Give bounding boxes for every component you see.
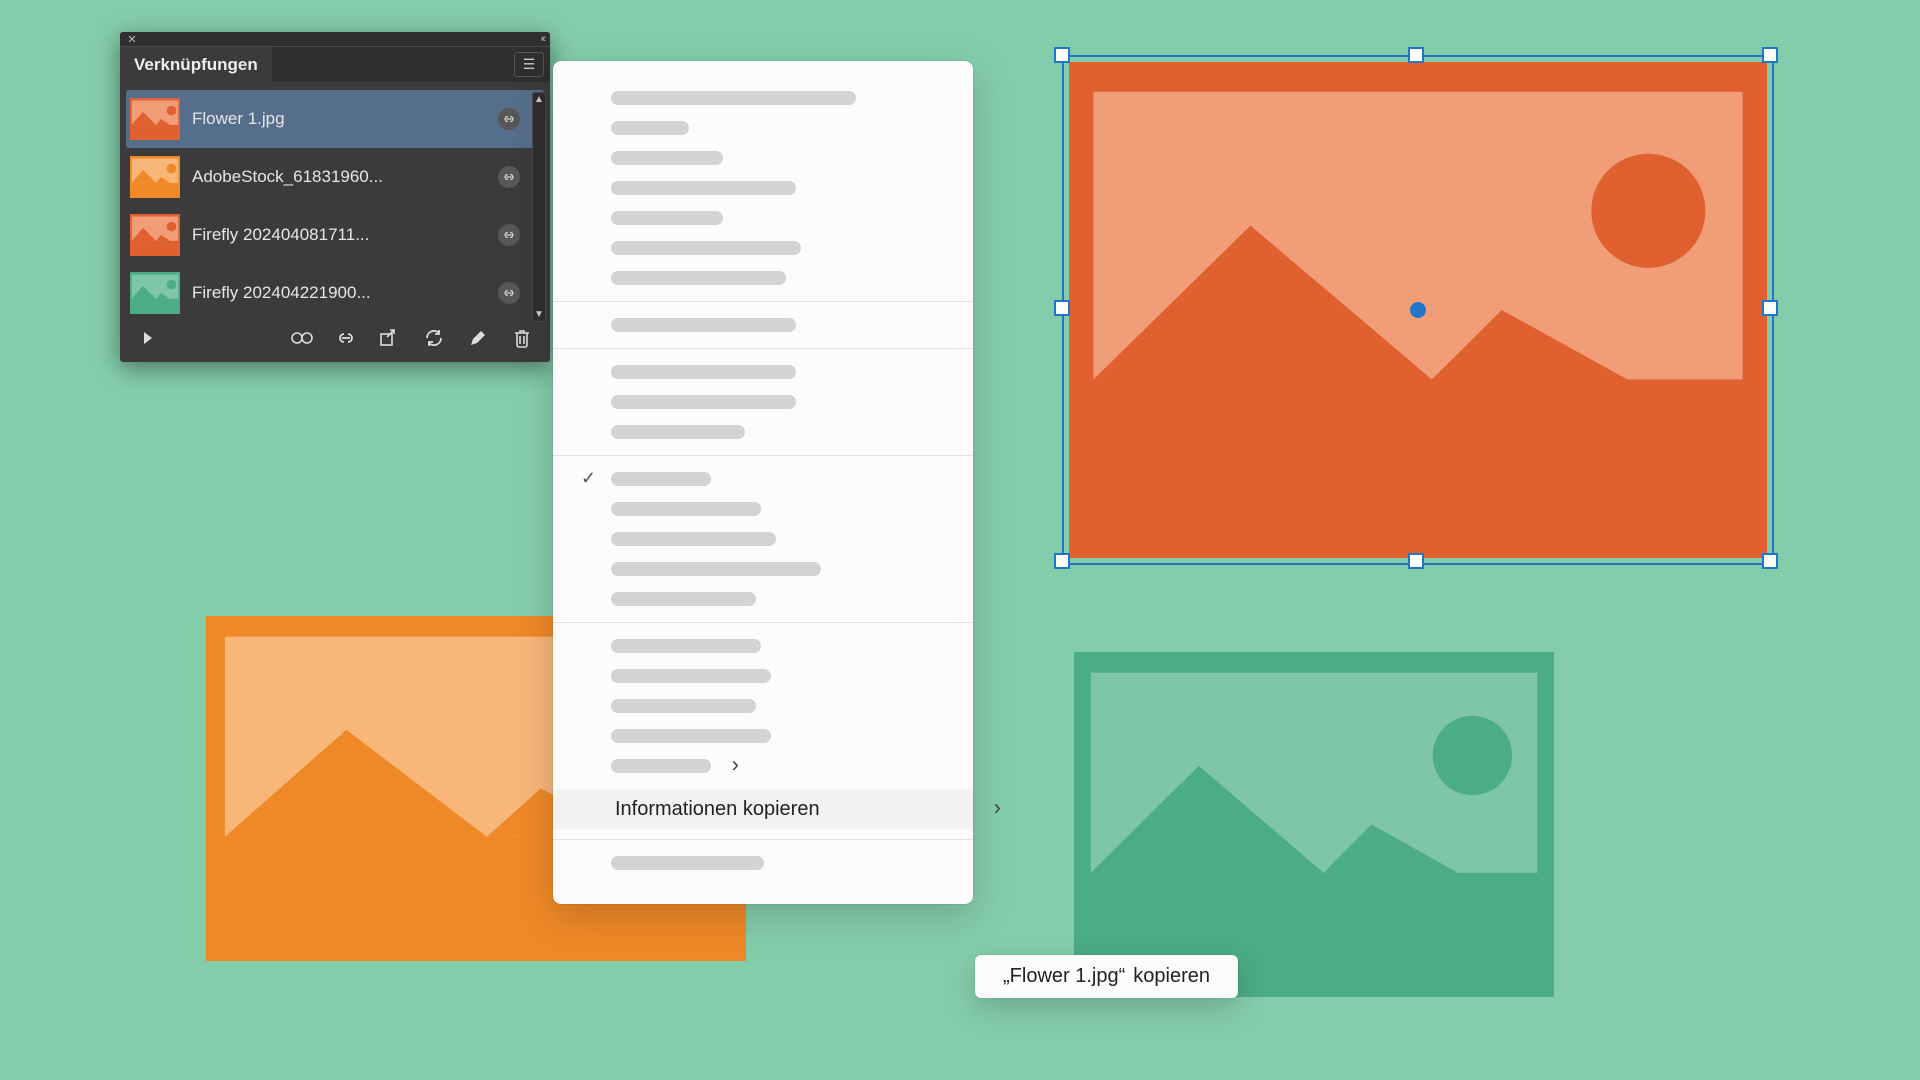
menu-item[interactable] (611, 121, 689, 135)
scrollbar[interactable]: ▲ ▼ (532, 92, 546, 322)
menu-item[interactable] (611, 699, 756, 713)
close-icon[interactable]: ✕ (126, 33, 138, 45)
menu-item[interactable] (611, 532, 776, 546)
menu-item[interactable] (611, 271, 786, 285)
menu-separator (553, 301, 973, 302)
menu-item-submenu[interactable] (611, 759, 711, 773)
menu-item[interactable] (611, 91, 856, 105)
panel-toolbar (126, 322, 544, 356)
relink-icon[interactable] (334, 326, 358, 350)
menu-item-copy-info[interactable]: Informationen kopieren (553, 789, 973, 829)
links-row[interactable]: AdobeStock_61831960... (126, 148, 544, 206)
menu-item-label: Informationen kopieren (615, 798, 820, 821)
selection-center-point[interactable] (1410, 302, 1426, 318)
menu-item[interactable] (611, 425, 745, 439)
links-row[interactable]: Flower 1.jpg (126, 90, 544, 148)
menu-item[interactable] (611, 856, 764, 870)
menu-separator (553, 622, 973, 623)
link-label: Firefly 202404081711... (192, 225, 486, 245)
panel-flyout-menu-icon[interactable]: ☰ (514, 52, 544, 77)
selection-handle[interactable] (1408, 47, 1424, 63)
selection-handle[interactable] (1408, 553, 1424, 569)
submenu-filename: „Flower 1.jpg“ (1003, 965, 1125, 988)
menu-separator (553, 839, 973, 840)
edit-original-icon[interactable] (466, 326, 490, 350)
panel-titlebar: ✕ ‹‹ (120, 32, 550, 46)
cc-libraries-icon[interactable] (290, 326, 314, 350)
panel-tabstrip: Verknüpfungen ☰ (120, 46, 550, 82)
goto-link-icon[interactable] (378, 326, 402, 350)
selection-handle[interactable] (1762, 47, 1778, 63)
link-status-icon (498, 108, 520, 130)
link-label: AdobeStock_61831960... (192, 167, 486, 187)
placed-image[interactable] (1074, 652, 1554, 997)
link-status-icon (498, 166, 520, 188)
menu-item[interactable] (611, 395, 796, 409)
scroll-down-icon[interactable]: ▼ (534, 308, 544, 321)
menu-item[interactable] (611, 562, 821, 576)
selection-handle[interactable] (1054, 300, 1070, 316)
collapse-icon[interactable]: ‹‹ (541, 33, 544, 45)
link-status-icon (498, 282, 520, 304)
link-thumbnail (130, 214, 180, 256)
submenu-copy-info[interactable]: „Flower 1.jpg“ kopieren (975, 955, 1238, 998)
menu-separator (553, 455, 973, 456)
selection-handle[interactable] (1054, 553, 1070, 569)
scroll-up-icon[interactable]: ▲ (534, 93, 544, 106)
menu-item[interactable] (611, 592, 756, 606)
menu-item[interactable] (611, 211, 723, 225)
link-thumbnail (130, 272, 180, 314)
selection-handle[interactable] (1762, 300, 1778, 316)
menu-item[interactable] (611, 729, 771, 743)
selection-handle[interactable] (1054, 47, 1070, 63)
link-label: Flower 1.jpg (192, 109, 486, 129)
menu-item-checked[interactable] (611, 472, 711, 486)
menu-item[interactable] (611, 151, 723, 165)
link-thumbnail (130, 156, 180, 198)
menu-item[interactable] (611, 181, 796, 195)
selection-handle[interactable] (1762, 553, 1778, 569)
update-link-icon[interactable] (422, 326, 446, 350)
links-row[interactable]: Firefly 202404221900... (126, 264, 544, 322)
menu-item[interactable] (611, 365, 796, 379)
placed-image[interactable] (1069, 62, 1767, 558)
submenu-action: kopieren (1133, 965, 1210, 988)
menu-item[interactable] (611, 502, 761, 516)
links-row[interactable]: Firefly 202404081711... (126, 206, 544, 264)
menu-item[interactable] (611, 669, 771, 683)
menu-separator (553, 348, 973, 349)
links-panel-flyout-menu: Informationen kopieren (553, 61, 973, 904)
link-thumbnail (130, 98, 180, 140)
links-panel: ✕ ‹‹ Verknüpfungen ☰ Flower 1.jpg AdobeS… (120, 32, 550, 362)
links-list: Flower 1.jpg AdobeStock_61831960... Fire… (120, 82, 550, 362)
link-label: Firefly 202404221900... (192, 283, 486, 303)
expand-icon[interactable] (136, 326, 160, 350)
trash-icon[interactable] (510, 326, 534, 350)
menu-item[interactable] (611, 241, 801, 255)
tab-links[interactable]: Verknüpfungen (120, 47, 272, 82)
menu-item[interactable] (611, 639, 761, 653)
menu-item[interactable] (611, 318, 796, 332)
link-status-icon (498, 224, 520, 246)
